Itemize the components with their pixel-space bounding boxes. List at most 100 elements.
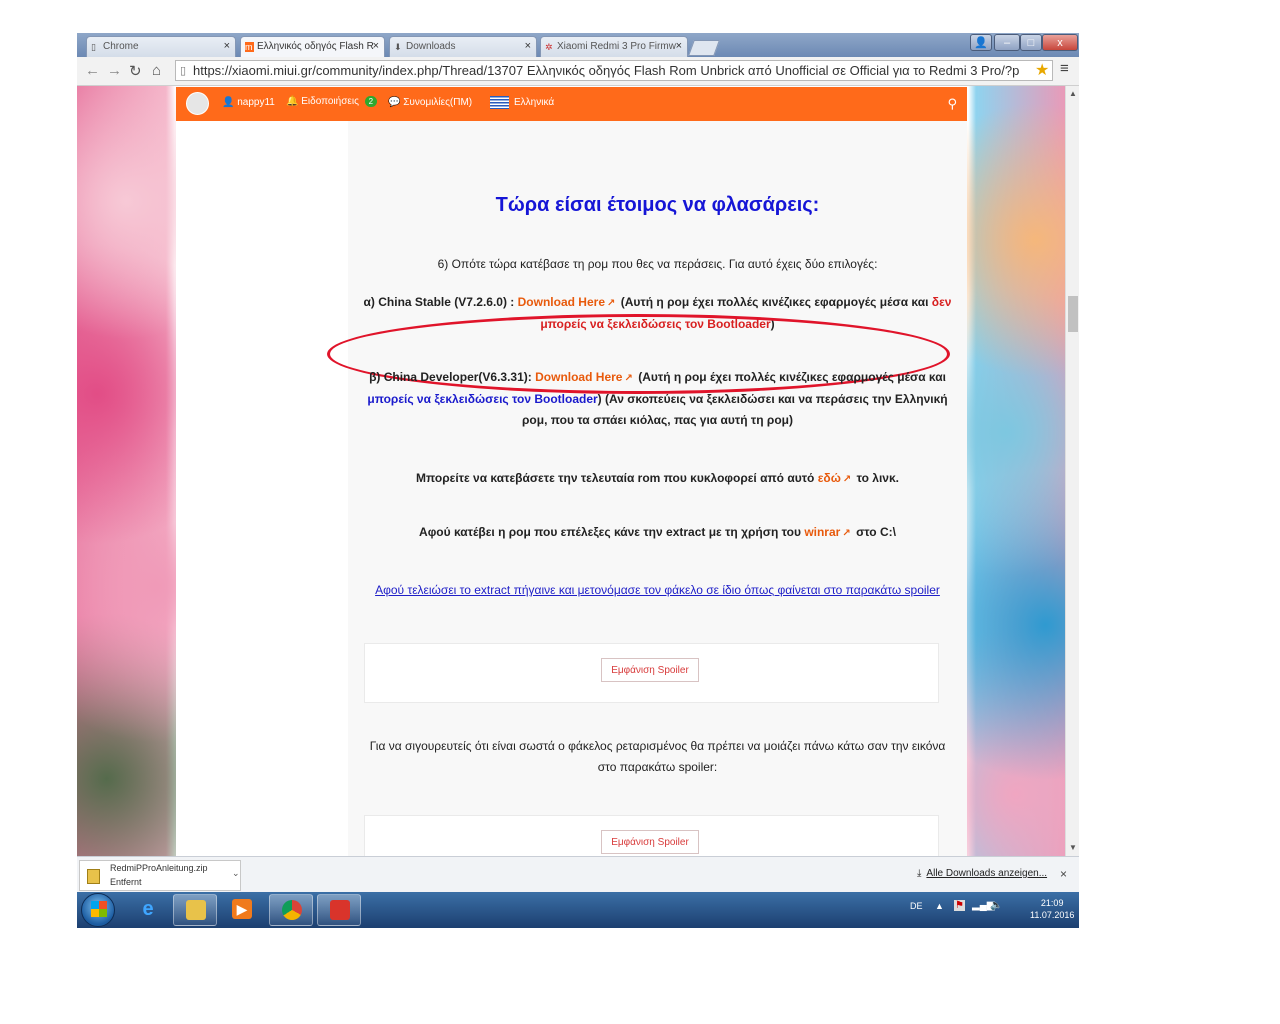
download-icon: ⤓ [917,868,922,879]
winrar-link[interactable]: winrar [804,525,840,539]
show-spoiler-button[interactable]: Εμφάνιση Spoiler [601,830,699,854]
chevron-down-icon[interactable]: ⌄ [232,868,240,879]
latest-rom-text: Μπορείτε να κατεβάσετε την τελευταία rom… [416,471,815,485]
browser-title-bar: ▯ Chrome × m Ελληνικός οδηγός Flash R × … [77,33,1079,57]
tab-label: Xiaomi Redmi 3 Pro Firmw [557,41,676,52]
show-all-downloads-label: Alle Downloads anzeigen... [926,868,1048,879]
tab-chrome[interactable]: ▯ Chrome × [86,36,236,57]
scroll-up-icon[interactable]: ▲ [1069,89,1077,98]
chat-icon: 💬 [388,97,401,108]
bell-icon: 🔔 [286,96,299,107]
minimize-button[interactable]: – [994,34,1020,51]
close-icon[interactable]: × [525,40,531,52]
clock-time: 21:09 [1040,898,1064,908]
home-icon[interactable]: ⌂ [152,62,161,79]
action-center-flag-icon[interactable]: ⚑ [954,900,965,911]
taskbar-media-player[interactable]: ▶ [220,894,264,926]
browser-toolbar: ← → ↻ ⌂ ▯ https://xiaomi.miui.gr/communi… [77,57,1079,86]
external-link-icon: ↗ [624,373,633,384]
download-link-b[interactable]: Download Here [535,370,622,384]
latest-rom-suffix: το λινκ. [856,471,899,485]
scroll-down-icon[interactable]: ▼ [1069,843,1077,852]
option-a-title: α) China Stable (V7.2.6.0) : [363,295,515,309]
option-a-text: (Αυτή η ρομ έχει πολλές κινέζικες εφαρμο… [620,295,929,309]
download-item[interactable]: RedmiPProAnleitung.zip Entfernt ⌄ [79,860,241,891]
here-link[interactable]: εδώ [818,471,841,485]
url-text: https://xiaomi.miui.gr/community/index.p… [193,63,1020,78]
user-menu[interactable]: 👤 nappy11 [222,97,275,108]
extract-text: Αφού κατέβει η ρομ που επέλεξες κάνε την… [419,525,801,539]
rename-folder-link[interactable]: Αφού τελειώσει το extract πήγαινε και με… [362,580,953,601]
option-b-highlight: μπορείς να ξεκλειδώσεις τον Bootloader [367,392,598,406]
reload-icon[interactable]: ↻ [129,62,142,80]
download-status: Entfernt [110,877,142,887]
maximize-button[interactable]: □ [1020,34,1042,51]
bookmark-star-icon[interactable]: ★ [1035,60,1049,80]
new-tab-button[interactable] [688,40,720,56]
language-label: Ελληνικά [514,97,555,109]
settings-icon: ✲ [545,42,553,52]
windows-logo-icon [91,901,107,917]
close-icon[interactable]: × [676,40,682,52]
tab-greek-guide[interactable]: m Ελληνικός οδηγός Flash R × [240,36,385,57]
spoiler-box: Εμφάνιση Spoiler [364,643,939,703]
notifications-menu[interactable]: 🔔 Ειδοποιήσεις 2 [286,96,378,107]
close-icon[interactable]: × [373,40,379,52]
zip-file-icon [87,869,100,884]
download-file-name: RedmiPProAnleitung.zip [110,863,208,873]
clock[interactable]: 21:09 11.07.2016 [1030,897,1074,921]
tab-label: Chrome [103,41,139,52]
address-bar[interactable]: ▯ https://xiaomi.miui.gr/community/index… [175,60,1053,81]
latest-rom-paragraph: Μπορείτε να κατεβάσετε την τελευταία rom… [362,468,953,490]
forward-icon[interactable]: → [107,62,122,79]
taskbar: e ▶ DE ▲ ⚑ ▂▄▆ 🔈 21:09 11.07.2016 [77,892,1079,928]
tab-label: Ελληνικός οδηγός Flash R [257,41,374,52]
language-indicator[interactable]: DE [910,901,923,911]
extract-paragraph: Αφού κατέβει η ρομ που επέλεξες κάνε την… [362,522,953,544]
close-window-button[interactable]: x [1042,34,1078,51]
greek-flag-icon [490,96,509,109]
username: nappy11 [237,97,275,108]
conversations-label: Συνομιλίες(ΠΜ) [403,97,473,108]
tab-downloads[interactable]: ⬇ Downloads × [389,36,537,57]
show-spoiler-button[interactable]: Εμφάνιση Spoiler [601,658,699,682]
tab-label: Downloads [406,41,456,52]
page-viewport: 👤 nappy11 🔔 Ειδοποιήσεις 2 💬 Συνομιλίες(… [77,86,1065,856]
media-player-icon: ▶ [232,899,252,919]
page-icon: ▯ [180,65,187,77]
folder-icon [186,900,206,920]
download-link-a[interactable]: Download Here [518,295,605,309]
menu-icon[interactable]: ≡ [1060,60,1069,77]
close-icon[interactable]: × [1060,867,1067,881]
avatar[interactable] [186,92,209,115]
show-hidden-icons-icon[interactable]: ▲ [935,901,944,911]
vertical-scrollbar[interactable]: ▲ ▼ [1065,86,1079,856]
scroll-thumb[interactable] [1068,296,1078,332]
account-button[interactable]: 👤 [970,34,992,51]
internet-explorer-icon: e [142,898,154,920]
extract-suffix: στο C:\ [856,525,896,539]
volume-icon[interactable]: 🔈 [990,900,1002,911]
option-b-text: (Αυτή η ρομ έχει πολλές κινέζικες εφαρμο… [638,370,946,384]
left-column [176,121,348,856]
toolbox-icon [330,900,350,920]
taskbar-toolbox[interactable] [317,894,361,926]
external-link-icon: ↗ [842,474,852,485]
tab-firmware[interactable]: ✲ Xiaomi Redmi 3 Pro Firmw × [540,36,688,57]
show-all-downloads-link[interactable]: ⤓ Alle Downloads anzeigen... [917,868,1047,879]
chrome-icon [282,900,302,920]
verify-paragraph: Για να σιγουρευτείς ότι είναι σωστά ο φά… [369,739,946,774]
post-content: Τώρα είσαι έτοιμος να φλασάρεις: 6) Οπότ… [327,121,967,856]
user-icon: 👤 [222,97,235,108]
back-icon[interactable]: ← [85,62,100,79]
start-button[interactable] [81,893,115,927]
site-navbar: 👤 nappy11 🔔 Ειδοποιήσεις 2 💬 Συνομιλίες(… [176,87,967,121]
language-menu[interactable]: Ελληνικά [490,96,554,109]
taskbar-internet-explorer[interactable]: e [126,894,170,926]
search-icon[interactable]: ⚲ [947,96,957,112]
close-icon[interactable]: × [224,40,230,52]
taskbar-chrome[interactable] [269,894,313,926]
miui-icon: m [245,42,254,52]
taskbar-explorer[interactable] [173,894,217,926]
conversations-menu[interactable]: 💬 Συνομιλίες(ΠΜ) [388,97,472,108]
